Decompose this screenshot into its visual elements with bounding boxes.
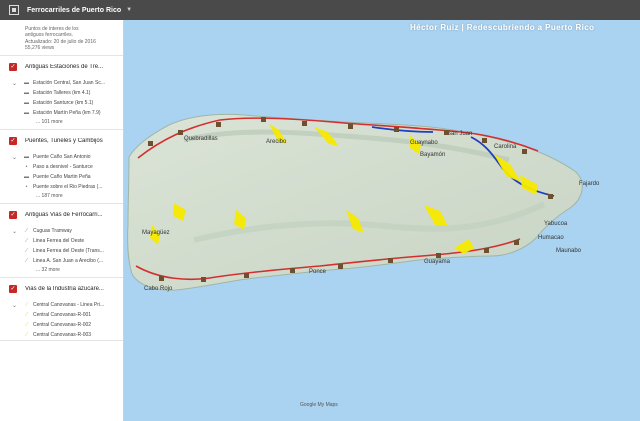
layer-sugar-rail: ✓ Vias de la Industria azucare... ⌄ ⟋ Centr… xyxy=(0,278,123,341)
place-label: Mayagüez xyxy=(142,230,170,236)
train-icon: ▬ xyxy=(24,80,29,86)
list-item[interactable]: ⟋ Linea Ferrea del Oeste (Trans... xyxy=(0,246,123,256)
train-icon: ▬ xyxy=(24,90,29,96)
chevron-icon[interactable]: ⌄ xyxy=(12,154,20,161)
bridge-icon: ▬ xyxy=(24,174,29,180)
place-label: Fajardo xyxy=(579,181,600,187)
layer-stations: ✓ Antiguas Estaciones de Tre... ⌄ ▬ Estació… xyxy=(0,56,123,130)
line-icon: ⟋ xyxy=(24,312,29,318)
place-label: Yabucoa xyxy=(544,221,568,227)
bridge-icon: ▬ xyxy=(24,154,29,160)
list-item[interactable]: ⌄ ▬ Puente Caño San Antonio xyxy=(0,152,123,162)
author-banner: Héctor Ruiz | Redescubriendo a Puerto Ri… xyxy=(410,23,595,32)
list-item[interactable]: ⟋ Central Canovanas-R-002 xyxy=(0,320,123,330)
place-label: Humacao xyxy=(538,235,564,241)
chevron-icon[interactable]: ⌄ xyxy=(12,228,20,235)
line-icon: ⟋ xyxy=(24,248,29,254)
more-link[interactable]: ... 101 more xyxy=(0,118,123,129)
more-link[interactable]: ... 187 more xyxy=(0,192,123,203)
road-icon: • xyxy=(25,164,28,170)
place-label: Arecibo xyxy=(266,139,287,145)
list-item[interactable]: ▬ Puente Caño Martin Peña xyxy=(0,172,123,182)
list-item[interactable]: ⟋ Central Canovanas-R-003 xyxy=(0,330,123,340)
legend-sidebar: Puntos de interes de los antiguos ferroc… xyxy=(0,20,124,421)
line-icon: ⟋ xyxy=(24,228,29,234)
chevron-icon[interactable]: ⌄ xyxy=(12,80,20,87)
line-icon: ⟋ xyxy=(24,258,29,264)
layer-title[interactable]: Vias de la Industria azucare... xyxy=(25,286,104,292)
list-item[interactable]: ⌄ ⟋ Cuguas Tramway xyxy=(0,226,123,236)
place-label: Bayamón xyxy=(420,152,445,158)
list-item[interactable]: ⟋ Linea A. San Juan a Arecibo (... xyxy=(0,256,123,266)
list-item[interactable]: ⟋ Central Canovanas-R-001 xyxy=(0,310,123,320)
line-icon: ⟋ xyxy=(24,322,29,328)
layer-title[interactable]: Puentes, Tuneles y Cambijos xyxy=(25,138,103,144)
list-item[interactable]: • Puente sobre el Rio Piedras (... xyxy=(0,182,123,192)
map-menu-icon[interactable] xyxy=(9,5,19,15)
google-my-maps-logo[interactable]: Google My Maps xyxy=(300,402,338,408)
layer-checkbox[interactable]: ✓ xyxy=(9,63,17,71)
list-item[interactable]: • Paso a desnivel - Santurce xyxy=(0,162,123,172)
list-item[interactable]: ▬ Estación Martín Peña (km 7.9) xyxy=(0,108,123,118)
map-title[interactable]: Ferrocarriles de Puerto Rico xyxy=(27,7,121,14)
list-item[interactable]: ▬ Estación Talleres (km 4.1) xyxy=(0,88,123,98)
layer-title[interactable]: Antiguas Estaciones de Tre... xyxy=(25,64,103,70)
place-label: Maunabo xyxy=(556,248,582,254)
place-label: Guayama xyxy=(424,259,451,265)
list-item[interactable]: ⌄ ▬ Estación Central, San Juan Sc... xyxy=(0,78,123,88)
title-dropdown-icon[interactable]: ▼ xyxy=(126,7,132,13)
place-label: Quebradillas xyxy=(184,136,218,142)
line-icon: ⟋ xyxy=(24,238,29,244)
layer-bridges: ✓ Puentes, Tuneles y Cambijos ⌄ ▬ Puente Ca… xyxy=(0,130,123,204)
train-icon: ▬ xyxy=(24,100,29,106)
list-item[interactable]: ⟋ Linea Ferrea del Oeste xyxy=(0,236,123,246)
line-icon: ⟋ xyxy=(24,302,29,308)
list-item[interactable]: ⌄ ⟋ Central Canovanas - Linea Pri... xyxy=(0,300,123,310)
more-link[interactable]: ... 32 more xyxy=(0,266,123,277)
layer-title[interactable]: Antiguas Vias de Ferrocarri... xyxy=(25,212,103,218)
views-count: 55,276 views xyxy=(25,45,55,52)
place-label: Ponce xyxy=(309,269,327,275)
layer-checkbox[interactable]: ✓ xyxy=(9,285,17,293)
chevron-icon[interactable]: ⌄ xyxy=(12,302,20,309)
train-icon: ▬ xyxy=(24,110,29,116)
map-canvas[interactable]: San Juan Bayamón Carolina Quebradillas G… xyxy=(124,20,640,421)
place-label: Guaynabo xyxy=(410,140,438,146)
place-label: Cabo Rojo xyxy=(144,286,173,292)
list-item[interactable]: ▬ Estación Santurce (km 5.1) xyxy=(0,98,123,108)
layer-checkbox[interactable]: ✓ xyxy=(9,211,17,219)
map-info: Puntos de interes de los antiguos ferroc… xyxy=(0,20,123,56)
road-icon: • xyxy=(25,184,28,190)
line-icon: ⟋ xyxy=(24,332,29,338)
top-bar: Ferrocarriles de Puerto Rico ▼ xyxy=(0,0,640,20)
layer-rail-lines: ✓ Antiguas Vias de Ferrocarri... ⌄ ⟋ Cuguas… xyxy=(0,204,123,278)
place-label: Carolina xyxy=(494,144,517,150)
layer-checkbox[interactable]: ✓ xyxy=(9,137,17,145)
island-map: San Juan Bayamón Carolina Quebradillas G… xyxy=(127,113,600,292)
place-label: San Juan xyxy=(447,131,472,137)
